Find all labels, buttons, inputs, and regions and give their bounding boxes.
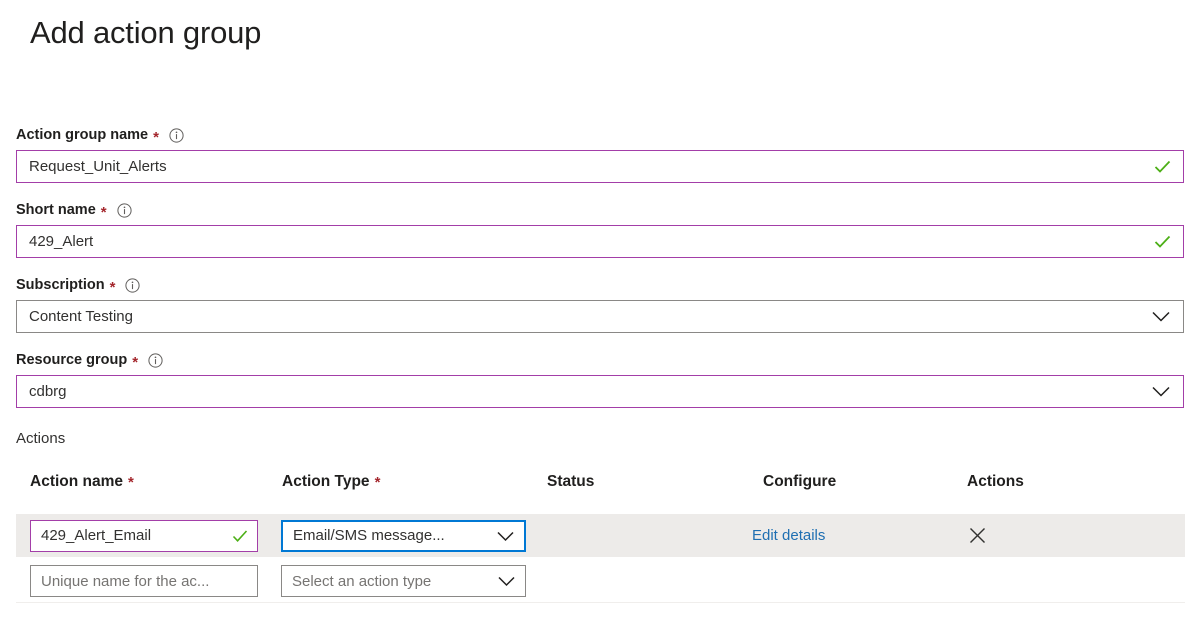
column-label: Actions bbox=[967, 473, 1024, 490]
chevron-down-icon bbox=[496, 530, 515, 542]
required-asterisk: * bbox=[153, 130, 159, 145]
actions-table-header: Action name * Action Type * Status Configu… bbox=[0, 473, 1200, 499]
action-group-form: Action group name * Request_Unit_Alerts bbox=[16, 124, 1184, 408]
subscription-dropdown[interactable]: Content Testing bbox=[16, 300, 1184, 333]
check-icon bbox=[1154, 234, 1171, 249]
check-icon bbox=[1154, 159, 1171, 174]
field-resource-group: Resource group * cdbrg bbox=[16, 349, 1184, 408]
close-icon[interactable] bbox=[967, 526, 987, 546]
column-label: Status bbox=[547, 473, 594, 490]
column-header-action-name: Action name * bbox=[30, 473, 134, 491]
label-text: Subscription bbox=[16, 277, 105, 293]
info-icon[interactable] bbox=[148, 353, 163, 368]
short-name-value: 429_Alert bbox=[17, 233, 1154, 250]
label-text: Resource group bbox=[16, 352, 127, 368]
cell-configure: Edit details bbox=[752, 527, 825, 545]
info-icon[interactable] bbox=[125, 278, 140, 293]
label-resource-group: Resource group * bbox=[16, 349, 1184, 371]
resource-group-value: cdbrg bbox=[17, 383, 1151, 400]
column-header-action-type: Action Type * bbox=[282, 473, 380, 491]
spacer bbox=[16, 258, 1184, 274]
new-action-type-placeholder: Select an action type bbox=[282, 573, 497, 590]
field-action-group-name: Action group name * Request_Unit_Alerts bbox=[16, 124, 1184, 183]
short-name-input[interactable]: 429_Alert bbox=[16, 225, 1184, 258]
action-group-name-value: Request_Unit_Alerts bbox=[17, 158, 1154, 175]
cell-action-type: Select an action type bbox=[281, 565, 526, 597]
cell-action-name: 429_Alert_Email bbox=[30, 520, 258, 552]
column-header-status: Status bbox=[547, 473, 594, 491]
spacer bbox=[16, 183, 1184, 199]
info-icon[interactable] bbox=[117, 203, 132, 218]
chevron-down-icon bbox=[1151, 310, 1171, 323]
info-icon[interactable] bbox=[169, 128, 184, 143]
column-label: Configure bbox=[763, 473, 836, 490]
label-action-group-name: Action group name * bbox=[16, 124, 1184, 146]
column-header-configure: Configure bbox=[763, 473, 836, 491]
chevron-down-icon bbox=[1151, 385, 1171, 398]
required-asterisk: * bbox=[110, 280, 116, 295]
actions-section-caption: Actions bbox=[16, 430, 65, 447]
action-name-input[interactable]: 429_Alert_Email bbox=[30, 520, 258, 552]
column-header-actions: Actions bbox=[967, 473, 1024, 491]
label-text: Short name bbox=[16, 202, 96, 218]
cell-action-type: Email/SMS message... bbox=[281, 520, 526, 552]
cell-actions bbox=[967, 526, 987, 546]
subscription-value: Content Testing bbox=[17, 308, 1151, 325]
required-asterisk: * bbox=[375, 474, 381, 491]
resource-group-dropdown[interactable]: cdbrg bbox=[16, 375, 1184, 408]
spacer bbox=[16, 333, 1184, 349]
label-subscription: Subscription * bbox=[16, 274, 1184, 296]
required-asterisk: * bbox=[128, 474, 134, 491]
check-icon bbox=[232, 529, 248, 543]
label-short-name: Short name * bbox=[16, 199, 1184, 221]
new-action-name-placeholder: Unique name for the ac... bbox=[31, 573, 257, 590]
edit-details-link[interactable]: Edit details bbox=[752, 527, 825, 544]
required-asterisk: * bbox=[101, 205, 107, 220]
new-action-name-input[interactable]: Unique name for the ac... bbox=[30, 565, 258, 597]
cell-action-name: Unique name for the ac... bbox=[30, 565, 258, 597]
action-type-dropdown[interactable]: Email/SMS message... bbox=[281, 520, 526, 552]
table-row: Unique name for the ac... Select an acti… bbox=[16, 560, 1185, 602]
column-label: Action Type bbox=[282, 473, 370, 490]
action-group-name-input[interactable]: Request_Unit_Alerts bbox=[16, 150, 1184, 183]
table-row: 429_Alert_Email Email/SMS message... Edi… bbox=[16, 514, 1185, 557]
field-subscription: Subscription * Content Testing bbox=[16, 274, 1184, 333]
chevron-down-icon bbox=[497, 575, 516, 587]
page-title: Add action group bbox=[30, 12, 261, 54]
new-action-type-dropdown[interactable]: Select an action type bbox=[281, 565, 526, 597]
label-text: Action group name bbox=[16, 127, 148, 143]
table-bottom-divider bbox=[16, 602, 1185, 603]
action-name-value: 429_Alert_Email bbox=[31, 527, 232, 544]
action-type-value: Email/SMS message... bbox=[283, 527, 496, 544]
column-label: Action name bbox=[30, 473, 123, 490]
field-short-name: Short name * 429_Alert bbox=[16, 199, 1184, 258]
required-asterisk: * bbox=[132, 355, 138, 370]
